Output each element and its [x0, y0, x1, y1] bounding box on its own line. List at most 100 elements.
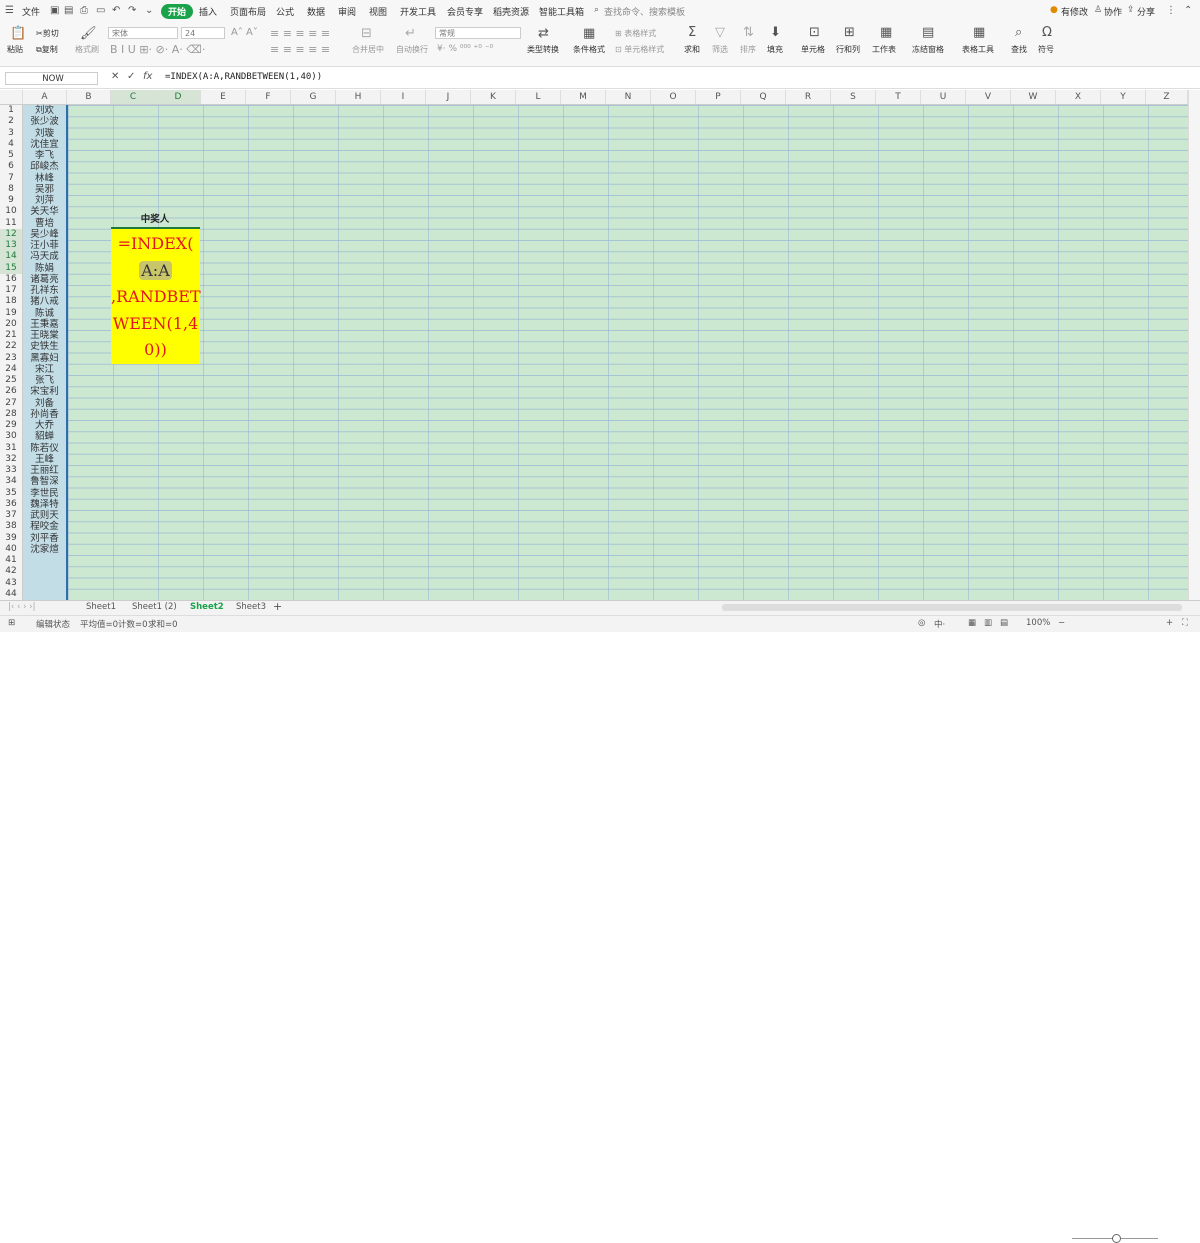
number-format-select[interactable]: 常规: [435, 27, 521, 39]
sheet-tab[interactable]: Sheet1 (2): [132, 602, 177, 612]
share-button[interactable]: 分享: [1137, 5, 1155, 18]
merge-icon[interactable]: ⊟: [361, 26, 372, 41]
table-tools-icon[interactable]: ▦: [973, 25, 985, 40]
cell-style-button[interactable]: ⊡ 单元格样式: [615, 44, 664, 55]
name-cell[interactable]: 宋宝利: [23, 386, 66, 397]
row-header-44[interactable]: 44: [0, 589, 22, 600]
row-header-20[interactable]: 20: [0, 319, 22, 330]
name-cell[interactable]: 汪小菲: [23, 240, 66, 251]
row-header-27[interactable]: 27: [0, 398, 22, 409]
column-header-e[interactable]: E: [201, 90, 246, 104]
column-header-u[interactable]: U: [921, 90, 966, 104]
row-header-2[interactable]: 2: [0, 116, 22, 127]
fill-button[interactable]: 填充: [767, 44, 783, 55]
pdf-icon[interactable]: ▤: [64, 5, 73, 16]
cell-button[interactable]: 单元格: [801, 44, 825, 55]
sort-button[interactable]: 排序: [740, 44, 756, 55]
row-header-43[interactable]: 43: [0, 578, 22, 589]
name-cell[interactable]: 宋江: [23, 364, 66, 375]
row-header-37[interactable]: 37: [0, 510, 22, 521]
name-cell[interactable]: 程咬金: [23, 521, 66, 532]
sort-icon[interactable]: ⇅: [743, 25, 754, 40]
zoom-out-icon[interactable]: −: [1058, 618, 1065, 628]
row-header-42[interactable]: 42: [0, 566, 22, 577]
fill-icon[interactable]: ⬇: [770, 25, 781, 40]
worksheet-icon[interactable]: ▦: [880, 25, 892, 40]
tab-page-layout[interactable]: 页面布局: [230, 5, 266, 18]
name-cell[interactable]: 陈若仪: [23, 443, 66, 454]
row-header-6[interactable]: 6: [0, 161, 22, 172]
rowcol-icon[interactable]: ⊞: [844, 25, 855, 40]
row-header-29[interactable]: 29: [0, 420, 22, 431]
zoom-in-icon[interactable]: +: [1166, 618, 1173, 628]
fullscreen-icon[interactable]: ⛶: [1182, 618, 1188, 628]
copy-button[interactable]: ⧉复制: [36, 44, 58, 55]
normal-view-icon[interactable]: ▦: [968, 618, 976, 628]
row-header-11[interactable]: 11: [0, 218, 22, 229]
freeze-panes-button[interactable]: 冻结窗格: [912, 44, 944, 55]
name-cell[interactable]: 貂蝉: [23, 431, 66, 442]
name-cell[interactable]: 张飞: [23, 375, 66, 386]
tab-view[interactable]: 视图: [369, 5, 387, 18]
name-cell[interactable]: 刘欢: [23, 105, 66, 116]
rowcol-button[interactable]: 行和列: [836, 44, 860, 55]
column-header-t[interactable]: T: [876, 90, 921, 104]
page-layout-icon[interactable]: ▥: [984, 618, 992, 628]
symbol-icon[interactable]: Ω: [1042, 25, 1052, 40]
vertical-scrollbar[interactable]: [1188, 90, 1200, 600]
column-header-z[interactable]: Z: [1146, 90, 1188, 104]
row-header-8[interactable]: 8: [0, 184, 22, 195]
column-header-w[interactable]: W: [1011, 90, 1056, 104]
row-header-10[interactable]: 10: [0, 206, 22, 217]
row-header-18[interactable]: 18: [0, 296, 22, 307]
name-cell[interactable]: 吴邪: [23, 184, 66, 195]
input-method-icon[interactable]: 中·: [934, 618, 945, 630]
name-cell[interactable]: 冯天成: [23, 251, 66, 262]
column-header-i[interactable]: I: [381, 90, 426, 104]
conditional-format-button[interactable]: 条件格式: [573, 44, 605, 55]
conditional-format-icon[interactable]: ▦: [583, 26, 595, 41]
tab-smart-toolbox[interactable]: 智能工具箱: [539, 5, 584, 18]
column-header-l[interactable]: L: [516, 90, 561, 104]
more-options-icon[interactable]: ⋮: [1166, 5, 1176, 16]
name-cell[interactable]: 诸葛亮: [23, 274, 66, 285]
name-box[interactable]: NOW: [5, 72, 98, 85]
row-header-33[interactable]: 33: [0, 465, 22, 476]
name-cell[interactable]: 沈家煊: [23, 544, 66, 555]
font-size-select[interactable]: 24: [181, 27, 225, 39]
name-cell[interactable]: 猪八戒: [23, 296, 66, 307]
collab-button[interactable]: 协作: [1104, 5, 1122, 18]
tab-home[interactable]: 开始: [161, 4, 194, 19]
row-header-15[interactable]: 15: [0, 262, 22, 274]
row-header-12[interactable]: 12: [0, 228, 22, 240]
unsaved-changes[interactable]: 有修改: [1061, 5, 1088, 18]
align-horizontal-icons[interactable]: ≡ ≡ ≡ ≡ ≡: [270, 43, 330, 56]
tab-insert[interactable]: 插入: [199, 5, 217, 18]
row-header-35[interactable]: 35: [0, 488, 22, 499]
name-cell[interactable]: 李飞: [23, 150, 66, 161]
row-header-3[interactable]: 3: [0, 128, 22, 139]
horizontal-scrollbar[interactable]: [722, 604, 1182, 611]
column-header-a[interactable]: A: [23, 90, 67, 104]
tab-member[interactable]: 会员专享: [447, 5, 483, 18]
column-header-j[interactable]: J: [426, 90, 471, 104]
type-convert-icon[interactable]: ⇄: [538, 26, 549, 41]
worksheet-button[interactable]: 工作表: [872, 44, 896, 55]
name-cell[interactable]: 黑寡妇: [23, 353, 66, 364]
row-header-31[interactable]: 31: [0, 443, 22, 454]
page-break-icon[interactable]: ▤: [1000, 618, 1008, 628]
column-header-c[interactable]: C: [111, 90, 156, 104]
format-painter-button[interactable]: 格式刷: [75, 44, 99, 55]
collapse-ribbon-icon[interactable]: ⌃: [1184, 5, 1192, 16]
undo-icon[interactable]: ↶: [112, 5, 120, 16]
confirm-icon[interactable]: ✓: [127, 71, 135, 82]
hamburger-icon[interactable]: ☰: [5, 5, 14, 16]
tab-review[interactable]: 审阅: [338, 5, 356, 18]
name-cell[interactable]: 王晓棠: [23, 330, 66, 341]
row-header-26[interactable]: 26: [0, 386, 22, 397]
row-header-4[interactable]: 4: [0, 139, 22, 150]
name-cell[interactable]: 鲁智深: [23, 476, 66, 487]
row-header-9[interactable]: 9: [0, 195, 22, 206]
name-cell[interactable]: 孔祥东: [23, 285, 66, 296]
column-header-k[interactable]: K: [471, 90, 516, 104]
